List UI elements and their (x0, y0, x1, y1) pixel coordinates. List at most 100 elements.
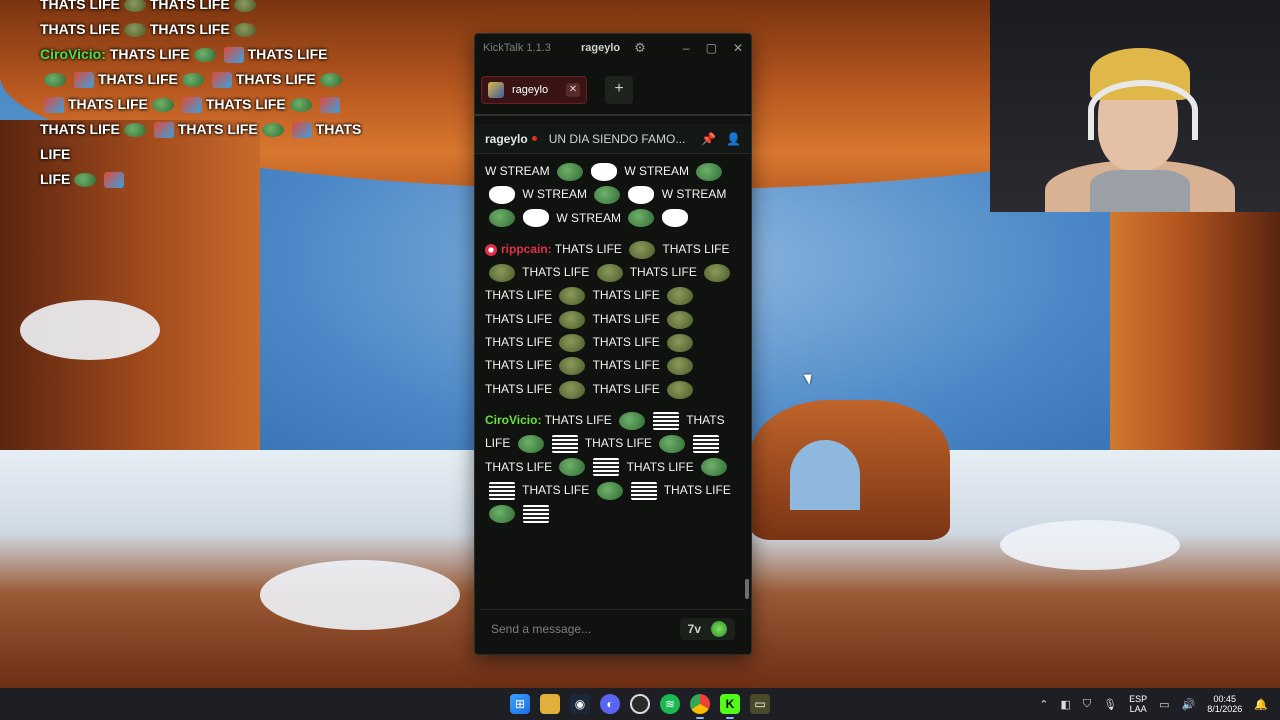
stream-emote-icon (696, 162, 723, 181)
stream-emote-icon (489, 209, 515, 228)
hands-emote-icon (489, 186, 515, 205)
rocket-emote-icon (153, 122, 174, 139)
overlay-chat-text: THATS LIFE (149, 21, 230, 37)
microphone-icon[interactable]: 🎙 (1103, 698, 1117, 711)
hands-emote-icon (628, 186, 655, 205)
kick-icon[interactable]: K (720, 694, 740, 719)
discord-icon[interactable]: ◐ (600, 694, 620, 714)
message-username[interactable]: CiroVicio: (485, 413, 541, 427)
windows-start-icon[interactable]: ⊞ (510, 694, 530, 714)
overlay-chat-text: THATS LIFE (68, 96, 148, 112)
rocket-emote-icon (104, 172, 125, 189)
channel-actions: 📌 👤 (701, 132, 741, 146)
cash-emote-icon (44, 73, 66, 88)
overlay-chat-text: THATS LIFE (98, 71, 178, 87)
message-text: THATS LIFE (584, 436, 652, 451)
notifications-icon[interactable]: 🔔 (1254, 698, 1268, 711)
obs-icon[interactable] (630, 694, 650, 714)
frog-emote-icon (233, 23, 256, 38)
chevron-up-icon[interactable]: ⌃ (1039, 698, 1048, 711)
message-text: THATS LIFE (592, 335, 660, 350)
add-tab-button[interactable]: + (605, 76, 633, 104)
channel-info-bar: rageylo UN DIA SIENDO FAMO... 📌 👤 (475, 124, 751, 154)
message-text: THATS LIFE (592, 288, 660, 303)
message-text: W STREAM (624, 164, 690, 178)
window-controls: – ▢ ✕ (683, 41, 743, 55)
cash-emote-icon (289, 98, 312, 113)
cash-emote-icon (151, 98, 174, 113)
frog-emote-icon (559, 380, 586, 399)
channel-tabs: rageylo ✕ + (475, 72, 751, 108)
minimize-icon[interactable]: – (683, 41, 690, 55)
clock-time: 00:45 (1213, 694, 1237, 704)
app-icon[interactable]: ▭ (750, 694, 770, 714)
frog-emote-icon (233, 0, 256, 13)
cash-emote-icon (596, 481, 623, 500)
user-icon[interactable]: 👤 (726, 132, 741, 146)
cash-emote-icon (619, 411, 646, 430)
frog-emote-icon (596, 264, 623, 283)
message-text: W STREAM (661, 187, 727, 202)
overlay-chat-text: THATS LIFE (247, 46, 328, 62)
chat-messages[interactable]: W STREAM W STREAM W STREAM W STREAM W ST… (475, 154, 745, 599)
window-titlebar[interactable]: KickTalk 1.1.3 rageylo ⚙ – ▢ ✕ (475, 34, 751, 62)
language-indicator[interactable]: ESP LAA (1129, 694, 1147, 714)
emote-picker-icon[interactable] (711, 620, 727, 637)
frog-emote-icon (559, 287, 586, 306)
chat-scrollbar[interactable] (745, 579, 749, 599)
taskbar: ⊞ ◉ ◐ ≋ K ▭ ⌃ ◧ ⛉ 🎙 ESP LAA ▭ 🔊 00:45 8/… (0, 688, 1280, 720)
overlay-chat-line: LIFE (40, 167, 370, 192)
shield-icon[interactable]: ⛉ (1083, 698, 1091, 711)
rocket-emote-icon (319, 97, 340, 114)
settings-gear-icon[interactable]: ⚙ (634, 40, 646, 56)
steam-icon[interactable]: ◉ (570, 694, 590, 714)
message-text: THATS LIFE (485, 311, 553, 326)
maximize-icon[interactable]: ▢ (706, 41, 717, 55)
wallpaper-snow-patch (20, 300, 160, 360)
network-icon[interactable]: ▭ (1159, 698, 1169, 711)
chat-input-bar: 7v (481, 609, 745, 647)
message-text: THATS LIFE (662, 241, 730, 256)
frog-emote-icon (629, 240, 656, 259)
language-code: ESP (1129, 694, 1148, 704)
channel-name[interactable]: rageylo (485, 132, 528, 146)
cash-emote-icon (659, 435, 686, 454)
clock-date: 8/1/2026 (1207, 704, 1243, 714)
current-user-label[interactable]: rageylo (581, 42, 620, 54)
overlay-chat-text: THATS LIFE (109, 46, 190, 62)
rocket-emote-icon (181, 97, 202, 114)
seventv-emote-button[interactable]: 7v (688, 622, 701, 636)
overlay-chat-line: THATS LIFE THATS LIFE (40, 67, 370, 92)
overlay-chat-line: THATS LIFE THATS LIFE (40, 17, 370, 42)
overlay-chat-username: CiroVicio: (40, 46, 106, 62)
message-input[interactable] (491, 621, 661, 636)
message-text: THATS LIFE (522, 265, 590, 280)
volume-icon[interactable]: 🔊 (1182, 698, 1196, 711)
frog-emote-icon (667, 287, 694, 306)
chrome-icon[interactable] (690, 694, 710, 719)
tray-app-icon[interactable]: ◧ (1061, 698, 1071, 711)
tab-close-icon[interactable]: ✕ (566, 83, 580, 97)
hands-emote-icon (523, 209, 549, 228)
cash-emote-icon (701, 458, 728, 477)
input-actions: 7v (679, 617, 735, 640)
webcam-person-shirt (1090, 170, 1190, 212)
tab-rageylo[interactable]: rageylo ✕ (481, 76, 587, 104)
cash-emote-icon (489, 504, 515, 523)
spotify-icon[interactable]: ≋ (660, 694, 680, 714)
file-explorer-icon[interactable] (540, 694, 560, 714)
close-icon[interactable]: ✕ (733, 41, 743, 55)
stream-emote-icon (628, 209, 655, 228)
hands-emote-icon (591, 162, 618, 181)
frog-emote-icon (559, 357, 586, 376)
pin-icon[interactable]: 📌 (701, 132, 716, 146)
frog-emote-icon (559, 333, 586, 352)
stream-emote-icon (594, 186, 621, 205)
clock[interactable]: 00:45 8/1/2026 (1207, 694, 1242, 714)
overlay-chat-line: THATS LIFE THATS LIFE THATS LIFE (40, 117, 370, 167)
overlay-chat-text: THATS LIFE (40, 21, 120, 37)
rocket-emote-icon (74, 72, 94, 89)
message-text: THATS LIFE (592, 381, 660, 396)
message-username[interactable]: rippcain: (501, 242, 552, 256)
cash-emote-icon (193, 48, 216, 63)
